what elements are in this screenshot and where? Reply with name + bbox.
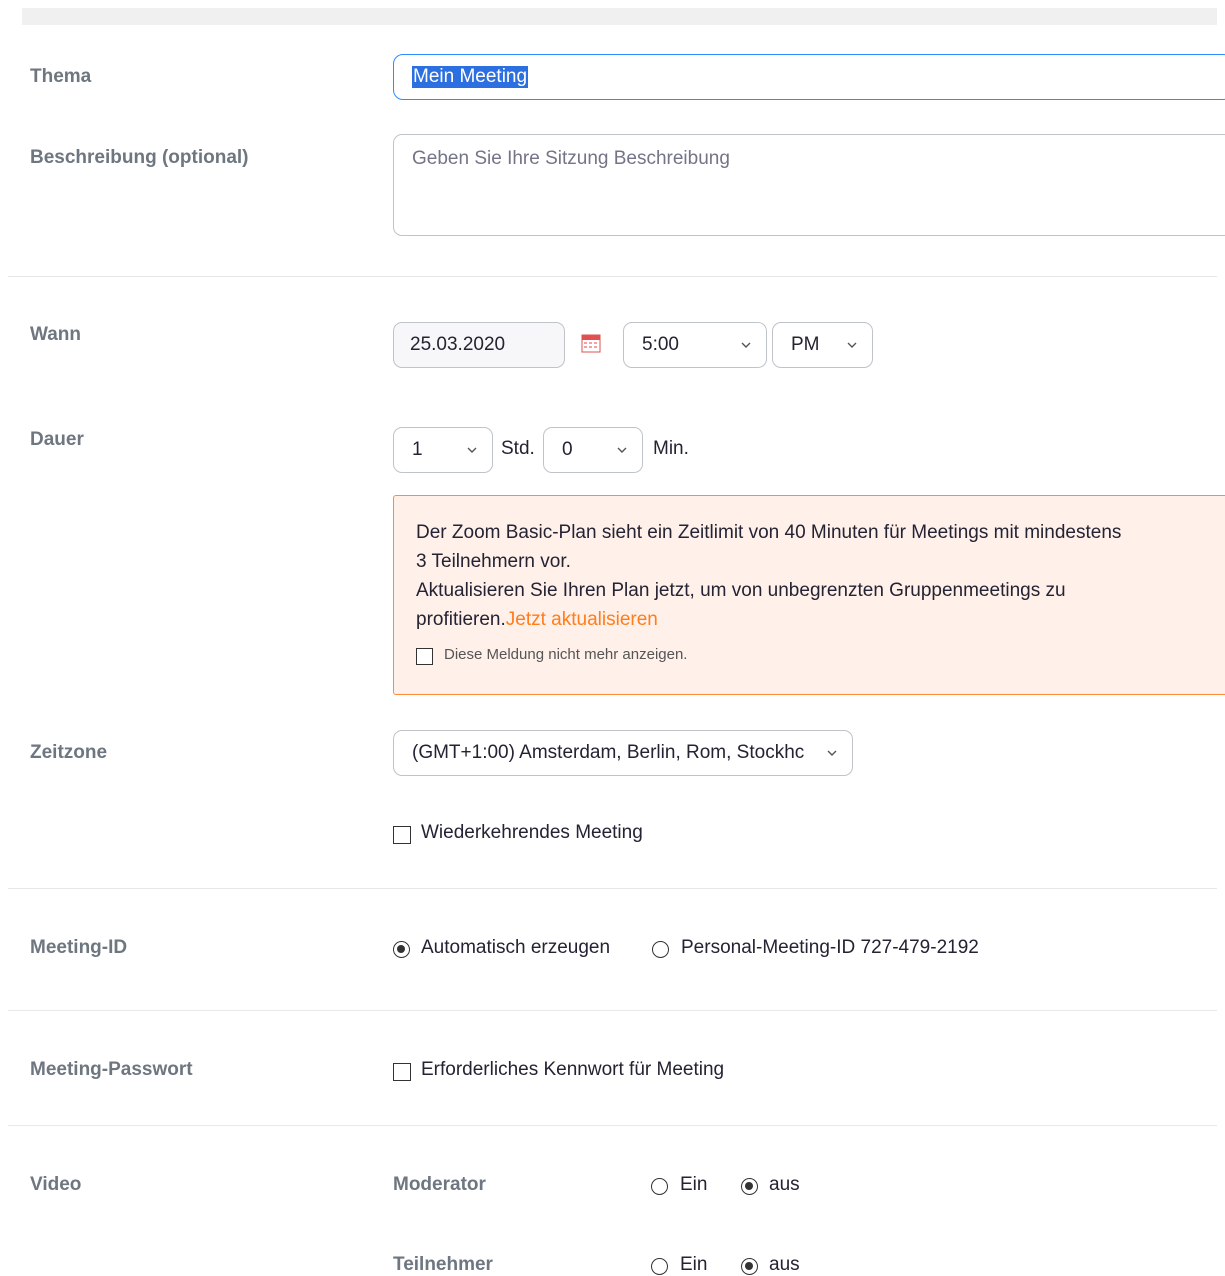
- recurring-checkbox[interactable]: [393, 826, 411, 844]
- meeting-id-label: Meeting-ID: [30, 937, 128, 958]
- ampm-select[interactable]: PM: [772, 322, 873, 368]
- meeting-id-personal-radio[interactable]: [652, 941, 669, 958]
- topic-label: Thema: [30, 66, 92, 87]
- date-input[interactable]: 25.03.2020: [393, 322, 565, 368]
- chevron-down-icon: [827, 750, 837, 756]
- video-host-on-label: Ein: [680, 1174, 708, 1195]
- timezone-value: (GMT+1:00) Amsterdam, Berlin, Rom, Stock…: [412, 742, 805, 763]
- when-label: Wann: [30, 324, 82, 345]
- duration-hours-value: 1: [412, 439, 423, 460]
- duration-minutes-unit: Min.: [653, 438, 689, 459]
- topic-input[interactable]: Mein Meeting: [393, 54, 1225, 100]
- ampm-value: PM: [791, 334, 820, 355]
- recurring-label: Wiederkehrendes Meeting: [421, 822, 643, 843]
- video-label: Video: [30, 1174, 82, 1195]
- dont-show-checkbox[interactable]: [416, 648, 433, 665]
- divider: [8, 1010, 1217, 1011]
- dont-show-label: Diese Meldung nicht mehr anzeigen.: [444, 646, 688, 663]
- basic-plan-notice: Der Zoom Basic-Plan sieht ein Zeitlimit …: [393, 495, 1225, 695]
- topic-value: Mein Meeting: [412, 66, 529, 88]
- calendar-icon[interactable]: [581, 333, 601, 353]
- duration-hours-select[interactable]: 1: [393, 427, 493, 473]
- notice-line-3: Aktualisieren Sie Ihren Plan jetzt, um v…: [416, 580, 1066, 601]
- video-participants-off-label: aus: [769, 1254, 800, 1275]
- video-host-off-radio[interactable]: [741, 1178, 758, 1195]
- time-value: 5:00: [642, 334, 679, 355]
- description-label: Beschreibung (optional): [30, 147, 249, 168]
- duration-minutes-value: 0: [562, 439, 573, 460]
- divider: [8, 888, 1217, 889]
- video-participants-on-radio[interactable]: [651, 1258, 668, 1275]
- meeting-id-personal-label: Personal-Meeting-ID 727-479-2192: [681, 937, 979, 958]
- time-select[interactable]: 5:00: [623, 322, 767, 368]
- divider: [8, 1125, 1217, 1126]
- chevron-down-icon: [467, 447, 477, 453]
- duration-minutes-select[interactable]: 0: [543, 427, 643, 473]
- chevron-down-icon: [617, 447, 627, 453]
- video-participants-on-label: Ein: [680, 1254, 708, 1275]
- video-participants-off-radio[interactable]: [741, 1258, 758, 1275]
- timezone-label: Zeitzone: [30, 742, 108, 763]
- video-participants-label: Teilnehmer: [393, 1254, 493, 1275]
- chevron-down-icon: [741, 342, 751, 348]
- video-host-on-radio[interactable]: [651, 1178, 668, 1195]
- notice-line-2: 3 Teilnehmern vor.: [416, 551, 571, 572]
- video-host-label: Moderator: [393, 1174, 486, 1195]
- chevron-down-icon: [847, 342, 857, 348]
- duration-label: Dauer: [30, 429, 84, 450]
- meeting-password-label: Meeting-Passwort: [30, 1059, 193, 1080]
- video-host-off-label: aus: [769, 1174, 800, 1195]
- timezone-select[interactable]: (GMT+1:00) Amsterdam, Berlin, Rom, Stock…: [393, 730, 853, 776]
- meeting-id-auto-label: Automatisch erzeugen: [421, 937, 611, 958]
- password-checkbox[interactable]: [393, 1063, 411, 1081]
- divider: [8, 276, 1217, 277]
- date-value: 25.03.2020: [410, 334, 506, 355]
- notice-line-4: profitieren.: [416, 609, 506, 630]
- notice-line-1: Der Zoom Basic-Plan sieht ein Zeitlimit …: [416, 522, 1122, 543]
- description-textarea[interactable]: Geben Sie Ihre Sitzung Beschreibung: [393, 134, 1225, 236]
- duration-hours-unit: Std.: [501, 438, 535, 459]
- meeting-id-auto-radio[interactable]: [393, 941, 410, 958]
- password-label: Erforderliches Kennwort für Meeting: [421, 1059, 725, 1080]
- upgrade-link[interactable]: Jetzt aktualisieren: [506, 609, 658, 630]
- top-bar: [22, 8, 1217, 25]
